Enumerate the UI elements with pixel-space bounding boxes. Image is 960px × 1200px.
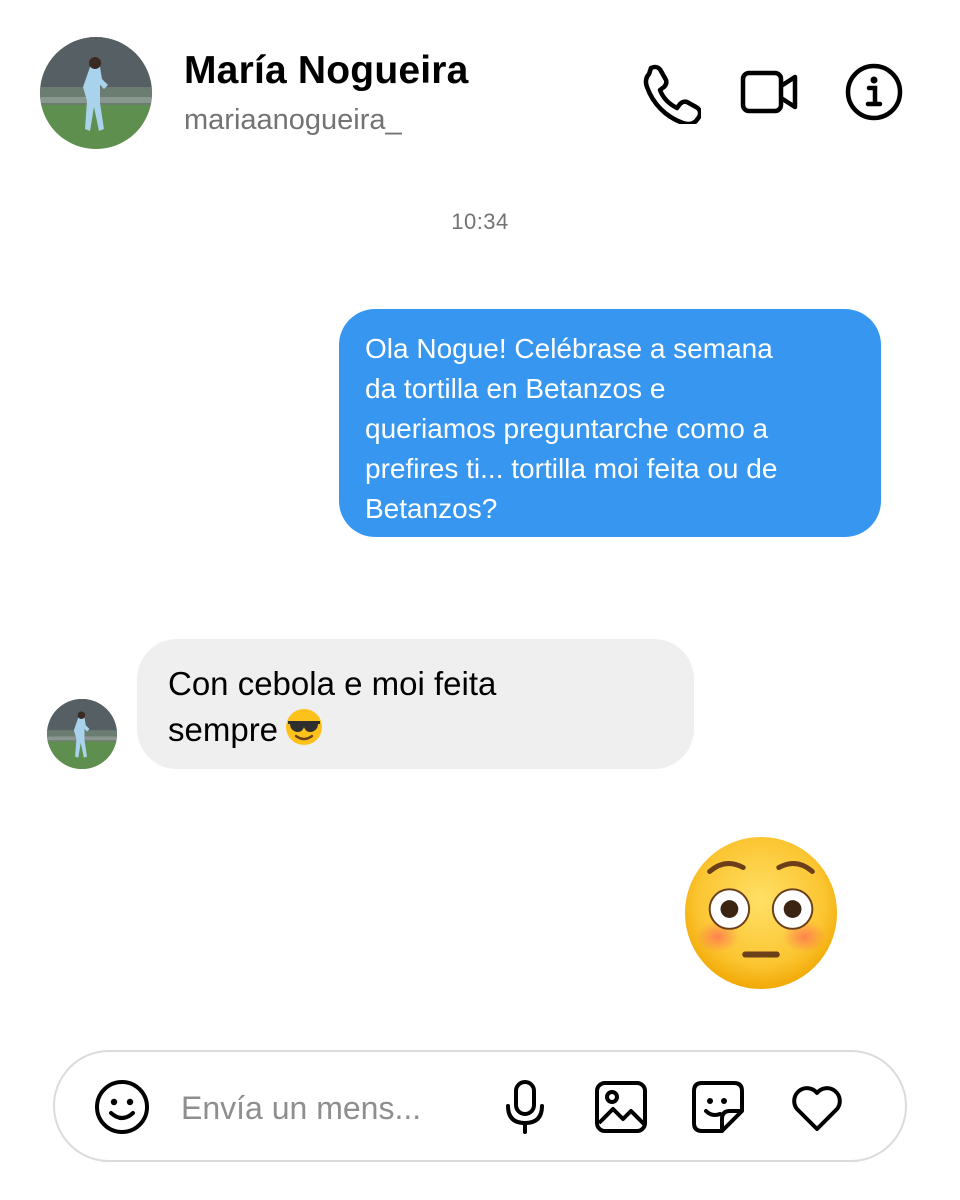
message-line: Con cebola e moi feita — [168, 665, 497, 702]
message-line: Betanzos? — [365, 493, 498, 524]
gallery-icon[interactable] — [591, 1077, 651, 1137]
video-camera-icon[interactable] — [738, 60, 802, 124]
sticker-icon[interactable] — [688, 1077, 748, 1137]
avatar[interactable] — [40, 37, 152, 149]
microphone-icon[interactable] — [495, 1077, 555, 1137]
avatar-photo — [40, 37, 152, 149]
message-line: prefires ti... tortilla moi feita ou de — [365, 453, 778, 484]
message-line: sempre — [168, 711, 279, 748]
message-line: da tortilla en Betanzos e — [365, 373, 666, 404]
incoming-message-bubble[interactable]: Con cebola e moi feita sempre — [137, 639, 694, 769]
message-timestamp: 10:34 — [451, 209, 509, 234]
sender-avatar[interactable] — [47, 699, 117, 769]
message-composer — [53, 1050, 907, 1162]
emoji-icon[interactable] — [92, 1077, 152, 1137]
heart-icon[interactable] — [787, 1077, 847, 1137]
message-line-with-emoji: sempre — [168, 707, 664, 753]
message-line: Ola Nogue! Celébrase a semana — [365, 333, 773, 364]
contact-name[interactable]: María Nogueira — [184, 49, 469, 93]
avatar-photo — [47, 699, 117, 769]
message-line: queriamos preguntarche como a — [365, 413, 769, 444]
contact-username[interactable]: mariaanogueira_ — [184, 104, 402, 137]
info-icon[interactable] — [842, 60, 906, 124]
chat-header: María Nogueira mariaanogueira_ — [0, 0, 960, 170]
message-input[interactable] — [181, 1086, 481, 1130]
sunglasses-emoji-icon — [284, 707, 324, 747]
outgoing-message-bubble[interactable]: Ola Nogue! Celébrase a semana da tortill… — [339, 309, 881, 537]
phone-icon[interactable] — [637, 60, 701, 124]
flushed-face-emoji[interactable] — [682, 834, 840, 992]
